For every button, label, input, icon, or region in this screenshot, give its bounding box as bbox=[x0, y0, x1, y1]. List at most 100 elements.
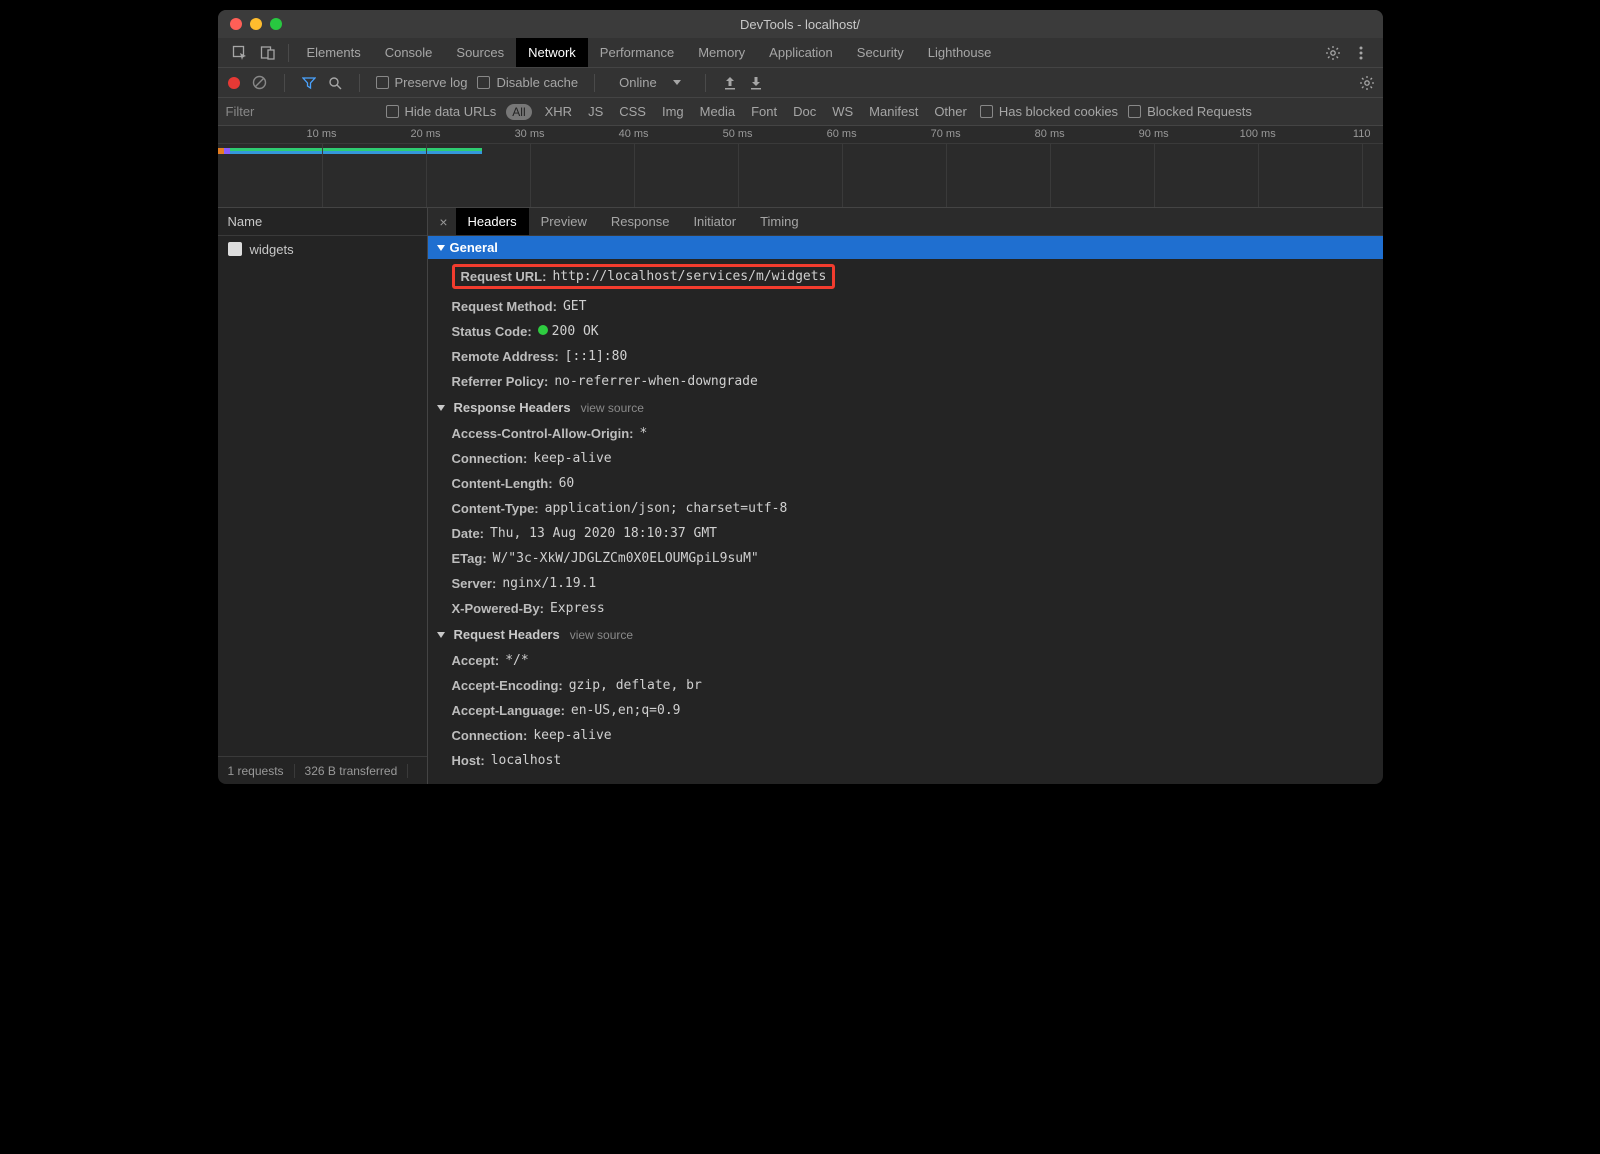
tab-application[interactable]: Application bbox=[757, 38, 845, 67]
upload-har-icon[interactable] bbox=[722, 75, 738, 91]
divider bbox=[594, 74, 595, 92]
filter-type-css[interactable]: CSS bbox=[616, 103, 649, 120]
hide-data-urls-label: Hide data URLs bbox=[405, 104, 497, 119]
has-blocked-cookies-label: Has blocked cookies bbox=[999, 104, 1118, 119]
request-method-value: GET bbox=[563, 299, 586, 314]
tab-elements[interactable]: Elements bbox=[295, 38, 373, 67]
detail-tab-initiator[interactable]: Initiator bbox=[681, 208, 748, 235]
tab-lighthouse[interactable]: Lighthouse bbox=[916, 38, 1004, 67]
header-value: * bbox=[640, 426, 648, 441]
header-key: X-Powered-By: bbox=[452, 601, 544, 616]
detail-tab-timing[interactable]: Timing bbox=[748, 208, 811, 235]
filter-icon[interactable] bbox=[301, 75, 317, 91]
settings-icon[interactable] bbox=[1325, 45, 1341, 61]
tab-memory[interactable]: Memory bbox=[686, 38, 757, 67]
preserve-log-checkbox[interactable]: Preserve log bbox=[376, 75, 468, 90]
filter-type-font[interactable]: Font bbox=[748, 103, 780, 120]
status-code-value: 200 OK bbox=[538, 324, 599, 339]
tab-performance[interactable]: Performance bbox=[588, 38, 686, 67]
header-key: Content-Type: bbox=[452, 501, 539, 516]
inspect-element-icon[interactable] bbox=[232, 45, 248, 61]
header-key: Host: bbox=[452, 753, 485, 768]
general-section-header[interactable]: General bbox=[428, 236, 1383, 259]
request-row-widgets[interactable]: widgets bbox=[218, 236, 427, 262]
request-detail: × HeadersPreviewResponseInitiatorTiming … bbox=[428, 208, 1383, 784]
hide-data-urls-checkbox[interactable]: Hide data URLs bbox=[386, 104, 497, 119]
header-value: keep-alive bbox=[533, 728, 611, 743]
close-detail-button[interactable]: × bbox=[432, 214, 456, 230]
filter-type-doc[interactable]: Doc bbox=[790, 103, 819, 120]
header-key: Content-Length: bbox=[452, 476, 553, 491]
filter-type-ws[interactable]: WS bbox=[829, 103, 856, 120]
throttling-select[interactable]: Online bbox=[611, 73, 689, 92]
status-dot-icon bbox=[538, 325, 548, 335]
transferred-size: 326 B transferred bbox=[295, 764, 409, 778]
response-headers-title: Response Headers bbox=[454, 400, 571, 415]
filter-type-manifest[interactable]: Manifest bbox=[866, 103, 921, 120]
more-icon[interactable] bbox=[1353, 45, 1369, 61]
throttling-value: Online bbox=[619, 75, 657, 90]
response-headers-section-header[interactable]: Response Headers view source bbox=[428, 394, 1383, 421]
has-blocked-cookies-checkbox[interactable]: Has blocked cookies bbox=[980, 104, 1118, 119]
request-url-row: Request URL: http://localhost/services/m… bbox=[428, 259, 1383, 294]
divider bbox=[359, 74, 360, 92]
detail-tab-preview[interactable]: Preview bbox=[529, 208, 599, 235]
header-value: application/json; charset=utf-8 bbox=[545, 501, 788, 516]
name-column-header[interactable]: Name bbox=[218, 208, 427, 236]
filter-type-js[interactable]: JS bbox=[585, 103, 606, 120]
timeline-gridline bbox=[738, 144, 739, 207]
blocked-requests-checkbox[interactable]: Blocked Requests bbox=[1128, 104, 1252, 119]
status-bar: 1 requests 326 B transferred bbox=[218, 756, 427, 784]
titlebar: DevTools - localhost/ bbox=[218, 10, 1383, 38]
timeline-tick: 40 ms bbox=[619, 128, 649, 140]
timeline-gridline bbox=[842, 144, 843, 207]
window-title: DevTools - localhost/ bbox=[218, 17, 1383, 32]
disable-cache-checkbox[interactable]: Disable cache bbox=[477, 75, 578, 90]
divider bbox=[284, 74, 285, 92]
remote-address-key: Remote Address: bbox=[452, 349, 559, 364]
chevron-down-icon bbox=[673, 80, 681, 85]
header-value: keep-alive bbox=[533, 451, 611, 466]
record-button[interactable] bbox=[226, 75, 242, 91]
referrer-policy-key: Referrer Policy: bbox=[452, 374, 549, 389]
tab-network[interactable]: Network bbox=[516, 38, 588, 67]
timeline-gridline bbox=[1362, 144, 1363, 207]
settings-icon[interactable] bbox=[1359, 75, 1375, 91]
request-headers-section-header[interactable]: Request Headers view source bbox=[428, 621, 1383, 648]
timeline-gridline bbox=[1258, 144, 1259, 207]
tab-sources[interactable]: Sources bbox=[444, 38, 516, 67]
filter-type-other[interactable]: Other bbox=[931, 103, 970, 120]
download-har-icon[interactable] bbox=[748, 75, 764, 91]
header-key: Accept-Language: bbox=[452, 703, 565, 718]
timeline-overview[interactable]: 10 ms20 ms30 ms40 ms50 ms60 ms70 ms80 ms… bbox=[218, 126, 1383, 208]
filter-type-media[interactable]: Media bbox=[697, 103, 738, 120]
header-key: Accept: bbox=[452, 653, 500, 668]
filter-type-img[interactable]: Img bbox=[659, 103, 687, 120]
filter-type-all[interactable]: All bbox=[506, 104, 531, 120]
view-source-link[interactable]: view source bbox=[570, 628, 633, 642]
disclosure-triangle-icon bbox=[437, 405, 445, 411]
remote-address-value: [::1]:80 bbox=[565, 349, 628, 364]
blocked-requests-label: Blocked Requests bbox=[1147, 104, 1252, 119]
filter-type-xhr[interactable]: XHR bbox=[542, 103, 575, 120]
view-source-link[interactable]: view source bbox=[581, 401, 644, 415]
tab-console[interactable]: Console bbox=[373, 38, 445, 67]
header-key: Server: bbox=[452, 576, 497, 591]
header-key: Connection: bbox=[452, 728, 528, 743]
timeline-tick: 30 ms bbox=[515, 128, 545, 140]
header-key: Access-Control-Allow-Origin: bbox=[452, 426, 634, 441]
timeline-gridline bbox=[530, 144, 531, 207]
clear-icon[interactable] bbox=[252, 75, 268, 91]
disclosure-triangle-icon bbox=[437, 245, 445, 251]
header-value: nginx/1.19.1 bbox=[502, 576, 596, 591]
network-toolbar: Preserve log Disable cache Online bbox=[218, 68, 1383, 98]
filter-input[interactable]: Filter bbox=[226, 104, 376, 119]
timeline-gridline bbox=[1050, 144, 1051, 207]
device-toolbar-icon[interactable] bbox=[260, 45, 276, 61]
header-value: gzip, deflate, br bbox=[569, 678, 702, 693]
tab-security[interactable]: Security bbox=[845, 38, 916, 67]
detail-tab-response[interactable]: Response bbox=[599, 208, 682, 235]
detail-tab-headers[interactable]: Headers bbox=[456, 208, 529, 235]
search-icon[interactable] bbox=[327, 75, 343, 91]
timeline-tick: 70 ms bbox=[931, 128, 961, 140]
